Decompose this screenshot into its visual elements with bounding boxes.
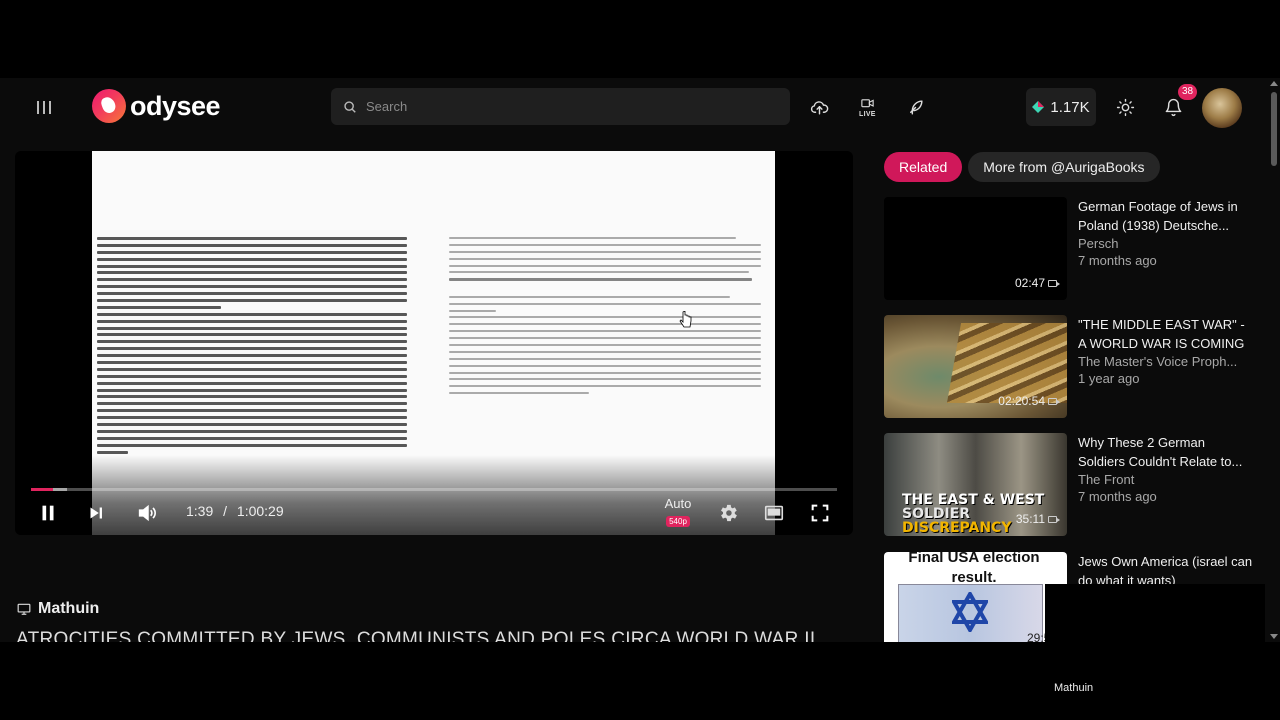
odysee-logo[interactable]: odysee (92, 88, 221, 124)
scrollbar-thumb[interactable] (1271, 92, 1277, 166)
duration-badge: 02:20:54 (998, 394, 1060, 408)
search-icon (344, 100, 356, 113)
card-title[interactable]: German Footage of Jews in Poland (1938) … (1078, 197, 1254, 235)
page-scrollbar[interactable] (1268, 78, 1280, 642)
related-video-card[interactable]: 02:47 German Footage of Jews in Poland (… (884, 197, 1256, 301)
scroll-up-arrow[interactable] (1270, 81, 1278, 86)
settings-button[interactable] (715, 500, 741, 526)
fullscreen-icon (811, 504, 829, 522)
fullscreen-button[interactable] (807, 500, 833, 526)
notification-count-badge: 38 (1178, 84, 1197, 100)
pause-icon (42, 505, 54, 521)
search-input[interactable] (366, 99, 766, 114)
lbc-credits-icon (1032, 101, 1045, 113)
top-header: odysee LIVE 1.17K 38 (0, 78, 1268, 136)
tv-icon (17, 603, 31, 615)
odysee-logo-icon (92, 89, 126, 123)
related-video-card[interactable]: THE EAST & WEST SOLDIER DISCREPANCY 35:11… (884, 433, 1256, 537)
quality-resolution-badge: 540p (666, 516, 690, 527)
video-thumbnail[interactable]: THE EAST & WEST SOLDIER DISCREPANCY 35:11 (884, 433, 1067, 536)
card-channel[interactable]: The Master's Voice Proph... (1078, 354, 1254, 369)
played-bar (31, 488, 53, 491)
feather-icon (909, 99, 923, 115)
mouse-pointer-icon (679, 311, 692, 328)
menu-button[interactable] (22, 88, 66, 126)
card-channel[interactable]: Persch (1078, 236, 1254, 251)
publish-button[interactable] (896, 88, 934, 126)
tab-related[interactable]: Related (884, 152, 963, 182)
video-camera-icon (860, 98, 874, 107)
volume-icon (138, 504, 156, 522)
sun-icon (1116, 98, 1134, 116)
credits-balance[interactable]: 1.17K (1026, 88, 1096, 126)
theater-mode-icon (764, 505, 784, 521)
related-video-card[interactable]: 02:20:54 "THE MIDDLE EAST WAR" - A WORLD… (884, 315, 1256, 419)
live-label: LIVE (859, 111, 876, 118)
cloud-upload-icon (810, 100, 828, 115)
duration-badge: 35:11 (1016, 512, 1060, 526)
duration-badge: 02:47 (1015, 276, 1060, 290)
logo-text: odysee (130, 90, 221, 121)
user-avatar[interactable] (1202, 88, 1242, 128)
volume-button[interactable] (134, 500, 160, 526)
video-duration-icon (1048, 397, 1060, 405)
channel-name: Mathuin (38, 600, 100, 617)
star-of-david-icon (952, 592, 988, 632)
total-duration: 1:00:29 (236, 503, 284, 519)
upload-button[interactable] (800, 88, 838, 126)
tab-more-from-channel[interactable]: More from @AurigaBooks (968, 152, 1160, 182)
thumbnail-text: Final USA election result. (908, 552, 1040, 586)
current-time: 1:39 (186, 503, 214, 519)
progress-bar[interactable] (31, 488, 837, 491)
time-display: 1:39 / 1:00:29 (186, 503, 284, 519)
gear-icon (721, 504, 737, 522)
video-duration-icon (1048, 515, 1060, 523)
overlay-box (1045, 584, 1265, 642)
document-page-german (97, 237, 407, 458)
video-player[interactable]: 1:39 / 1:00:29 Auto 540p (15, 151, 853, 535)
channel-link[interactable]: Mathuin (17, 600, 99, 618)
card-channel[interactable]: The Front (1078, 472, 1254, 487)
bell-icon (1165, 98, 1181, 116)
theater-mode-button[interactable] (761, 500, 787, 526)
video-thumbnail[interactable]: Final USA election result. 29:56 (884, 552, 1067, 642)
card-title[interactable]: "THE MIDDLE EAST WAR" - A WORLD WAR IS C… (1078, 315, 1254, 353)
quality-auto-label: Auto (664, 496, 692, 511)
pause-button[interactable] (35, 500, 61, 526)
card-title[interactable]: Why These 2 German Soldiers Couldn't Rel… (1078, 433, 1254, 471)
video-duration-icon (1048, 279, 1060, 287)
next-button[interactable] (83, 500, 109, 526)
theme-toggle-button[interactable] (1106, 88, 1144, 126)
video-title: ATROCITIES COMMITTED BY JEWS, COMMUNISTS… (16, 629, 816, 642)
credits-amount: 1.17K (1050, 98, 1090, 116)
skip-next-icon (90, 507, 102, 519)
video-thumbnail[interactable]: 02:47 (884, 197, 1067, 300)
scroll-down-arrow[interactable] (1270, 634, 1278, 639)
go-live-button[interactable]: LIVE (848, 88, 886, 126)
card-age: 7 months ago (1078, 253, 1157, 268)
document-page-english (449, 237, 761, 399)
time-separator: / (223, 503, 228, 519)
card-age: 1 year ago (1078, 371, 1140, 386)
odysee-app: odysee LIVE 1.17K 38 (0, 78, 1280, 642)
search-bar[interactable] (331, 88, 790, 125)
tooltip: Mathuin (1054, 682, 1094, 694)
sidebar-tabs: Related More from @AurigaBooks (884, 152, 1166, 182)
quality-button[interactable]: Auto 540p (660, 497, 696, 529)
video-thumbnail[interactable]: 02:20:54 (884, 315, 1067, 418)
card-age: 7 months ago (1078, 489, 1157, 504)
